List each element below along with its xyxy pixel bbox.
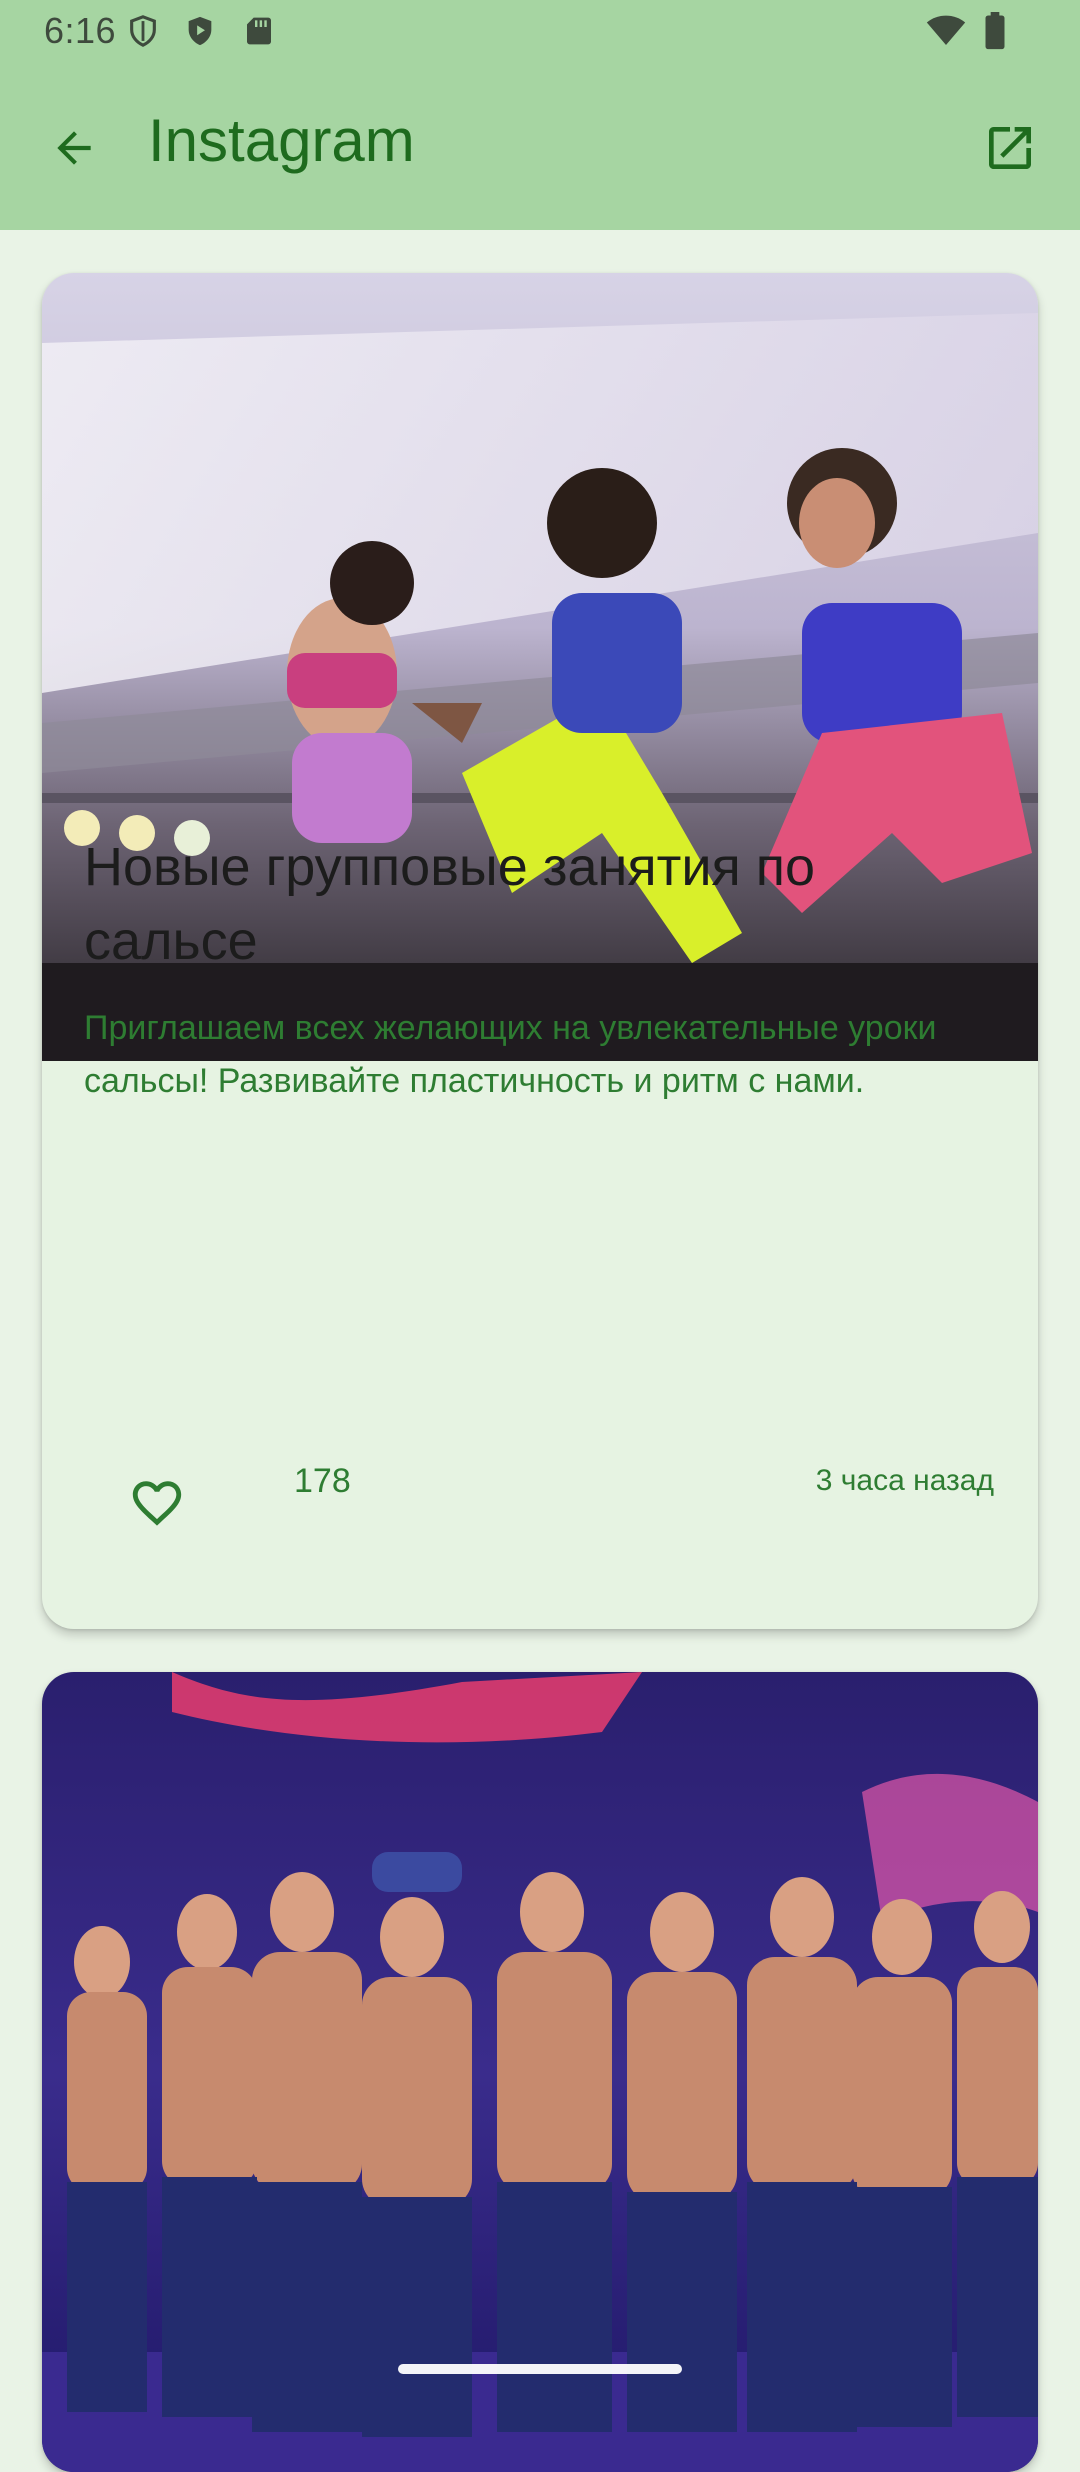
gesture-navigation-bar[interactable] bbox=[398, 2364, 682, 2374]
status-time: 6:16 bbox=[44, 10, 117, 51]
battery-icon bbox=[984, 12, 1006, 55]
app-title: Instagram bbox=[148, 107, 415, 174]
wifi-icon bbox=[926, 12, 966, 53]
post-card[interactable]: Новые групповые занятия по сальсе Пригла… bbox=[42, 273, 1038, 1629]
open-external-button[interactable] bbox=[970, 110, 1050, 190]
heart-outline-icon bbox=[128, 1474, 186, 1537]
like-count: 178 bbox=[294, 1462, 351, 1500]
arrow-back-icon bbox=[49, 123, 99, 178]
post-card[interactable] bbox=[42, 1672, 1038, 2472]
post-description: Приглашаем всех желающих на увлекательны… bbox=[84, 1009, 937, 1100]
status-bar: 6:16 bbox=[0, 0, 1080, 62]
play-protect-icon bbox=[183, 14, 217, 53]
post-image bbox=[42, 1672, 1038, 2472]
app-bar: Instagram bbox=[0, 62, 1080, 230]
post-timestamp: 3 часа назад bbox=[815, 1464, 994, 1497]
sd-card-icon bbox=[243, 14, 275, 53]
like-button[interactable] bbox=[112, 1460, 202, 1550]
post-title: Новые групповые занятия по сальсе bbox=[84, 837, 816, 971]
shield-icon bbox=[126, 14, 160, 53]
back-button[interactable] bbox=[34, 110, 114, 190]
open-in-new-icon bbox=[982, 120, 1038, 181]
